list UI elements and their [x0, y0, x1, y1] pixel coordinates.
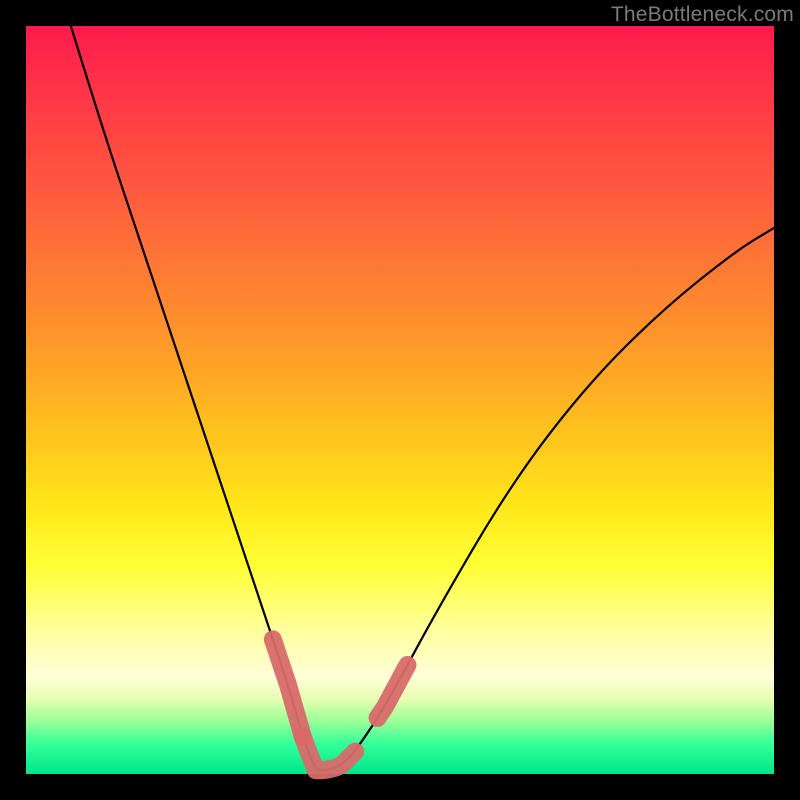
chart-plot-area [26, 26, 774, 774]
bottleneck-chart-svg [26, 26, 774, 774]
right-marker-segment [378, 665, 408, 718]
bottom-marker-segment [303, 737, 355, 771]
left-marker-segment [273, 639, 303, 736]
watermark-text: TheBottleneck.com [611, 3, 794, 27]
bottleneck-curve [71, 26, 774, 770]
